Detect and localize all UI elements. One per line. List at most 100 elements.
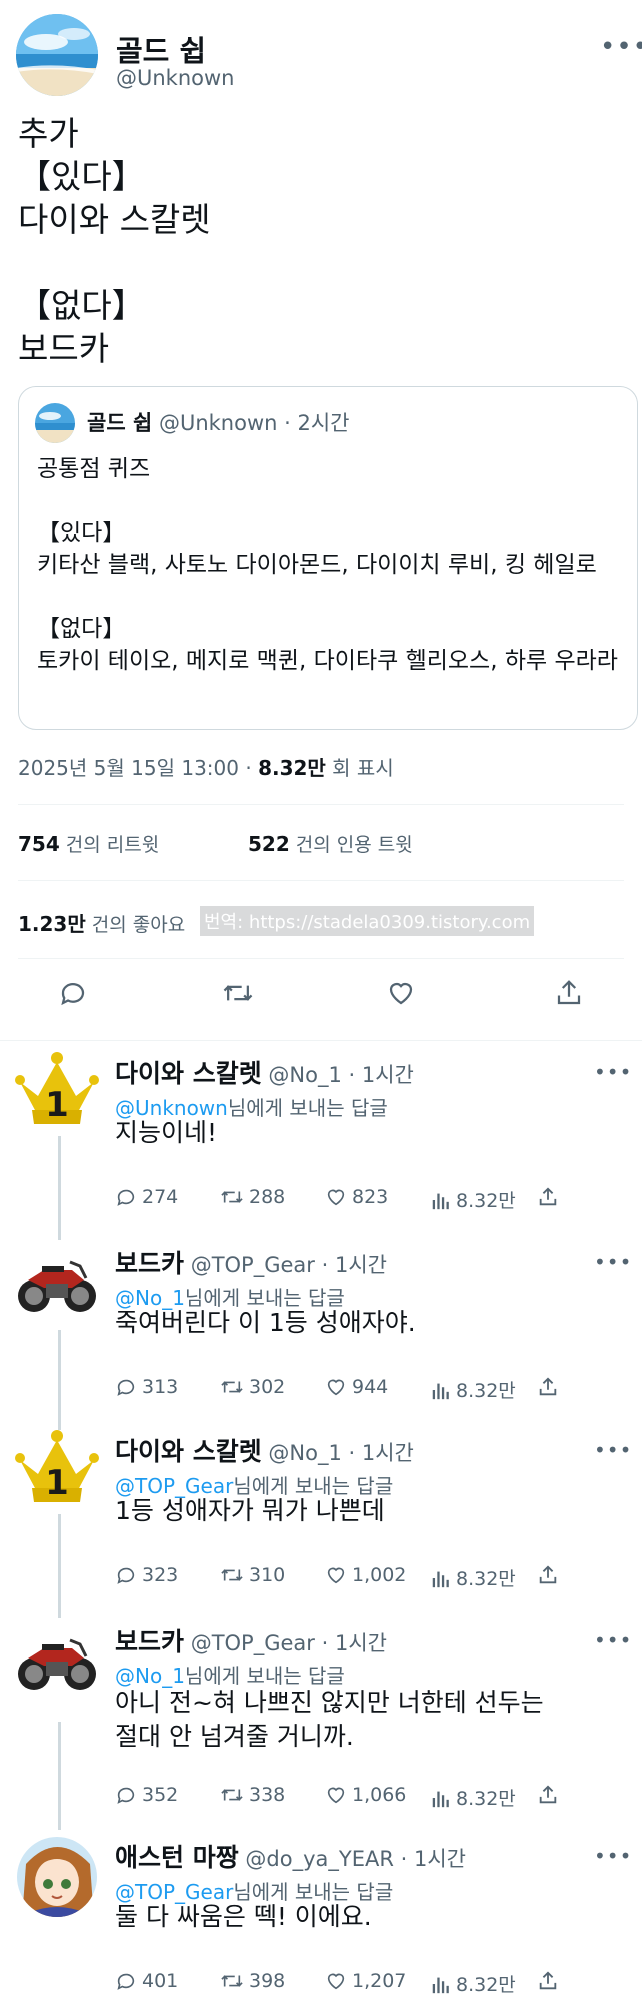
like-count: 944	[352, 1376, 389, 1398]
retweet-stat[interactable]: 754 건의 리트윗	[18, 830, 159, 857]
quote-author-handle: @Unknown	[158, 411, 278, 435]
svg-text:1: 1	[45, 1463, 69, 1503]
reply-header: 다이와 스칼렛 @No_1 · 1시간	[115, 1054, 414, 1090]
retweet-icon[interactable]: 338	[220, 1784, 285, 1806]
quotes-count: 522	[248, 832, 290, 856]
more-icon[interactable]: •••	[594, 1252, 632, 1272]
quotes-label: 건의 인용 트윗	[289, 834, 413, 856]
share-icon[interactable]	[537, 1784, 559, 1806]
retweet-count: 302	[249, 1376, 286, 1398]
reply-actions: 323 310 1,002 8.32만	[115, 1564, 595, 1592]
heart-icon[interactable]: 823	[325, 1186, 388, 1208]
more-icon[interactable]: •••	[594, 1440, 632, 1460]
retweet-icon[interactable]	[222, 978, 254, 1012]
thread-line	[58, 1330, 61, 1430]
share-icon[interactable]	[537, 1186, 559, 1208]
share-icon[interactable]	[537, 1376, 559, 1398]
quote-stat[interactable]: 522 건의 인용 트윗	[248, 830, 413, 857]
heart-icon[interactable]: 1,002	[325, 1564, 406, 1586]
retweet-count: 338	[249, 1784, 286, 1806]
retweet-icon[interactable]: 302	[220, 1376, 285, 1398]
avatar[interactable]	[16, 14, 98, 96]
retweet-icon[interactable]: 398	[220, 1970, 285, 1992]
reply-actions: 352 338 1,066 8.32만	[115, 1784, 595, 1812]
quote-header: 골드 쉽 @Unknown · 2시간	[87, 407, 350, 437]
divider	[0, 1040, 642, 1041]
action-bar	[0, 960, 642, 1040]
share-icon[interactable]	[554, 978, 584, 1012]
retweet-count: 288	[249, 1186, 286, 1208]
more-icon[interactable]: •••	[594, 1062, 632, 1082]
share-icon[interactable]	[537, 1564, 559, 1586]
views-icon[interactable]: 8.32만	[431, 1186, 516, 1213]
like-stat[interactable]: 1.23만 건의 좋아요	[18, 908, 185, 937]
reply-header: 다이와 스칼렛 @No_1 · 1시간	[115, 1432, 414, 1468]
views-icon[interactable]: 8.32만	[431, 1564, 516, 1591]
crown-1-avatar[interactable]: 1	[14, 1050, 100, 1136]
reply-icon[interactable]: 323	[115, 1564, 178, 1586]
reply-count: 313	[142, 1376, 179, 1398]
divider	[18, 804, 624, 805]
motorcycle-avatar[interactable]	[14, 1240, 100, 1326]
views-count: 8.32만	[456, 1380, 516, 1402]
reply-author-name[interactable]: 다이와 스칼렛	[115, 1059, 262, 1088]
anime-girl-avatar[interactable]	[14, 1834, 100, 1920]
reply-actions: 401 398 1,207 8.32만	[115, 1970, 595, 1998]
more-icon[interactable]: •••	[594, 1846, 632, 1866]
author-name[interactable]: 골드 쉽	[116, 28, 206, 70]
reply-count: 274	[142, 1186, 179, 1208]
views-count: 8.32만	[258, 756, 326, 780]
likes-count: 1.23만	[18, 912, 86, 936]
reply-author-handle[interactable]: @do_ya_YEAR	[245, 1847, 394, 1871]
views-icon[interactable]: 8.32만	[431, 1784, 516, 1811]
views-count: 8.32만	[456, 1568, 516, 1590]
svg-text:1: 1	[45, 1085, 69, 1125]
more-icon[interactable]: •••	[600, 34, 642, 60]
heart-icon[interactable]: 1,207	[325, 1970, 406, 1992]
reply-text: 지능이네!	[115, 1118, 218, 1147]
reply-icon[interactable]	[58, 978, 88, 1012]
timestamp[interactable]: 2025년 5월 15일 13:00 ·	[18, 756, 258, 780]
retweet-icon[interactable]: 310	[220, 1564, 285, 1586]
retweets-count: 754	[18, 832, 60, 856]
reply-count: 323	[142, 1564, 179, 1586]
like-count: 1,066	[352, 1784, 407, 1806]
quote-time: · 2시간	[284, 411, 350, 435]
reply-header: 애스턴 마짱 @do_ya_YEAR · 1시간	[115, 1838, 466, 1874]
page: { "tweet": { "author_name": "골드 쉽", "aut…	[0, 0, 642, 2012]
reply-text: 죽여버린다 이 1등 성애자야.	[115, 1308, 416, 1337]
retweet-icon[interactable]: 288	[220, 1186, 285, 1208]
reply-author-handle[interactable]: @No_1	[268, 1441, 341, 1465]
reply-author-handle[interactable]: @TOP_Gear	[191, 1253, 315, 1277]
quoted-tweet[interactable]: 골드 쉽 @Unknown · 2시간 공통점 퀴즈 【있다】 키타산 블랙, …	[18, 386, 638, 730]
share-icon[interactable]	[537, 1970, 559, 1992]
author-handle[interactable]: @Unknown	[116, 66, 234, 90]
reply-author-handle[interactable]: @No_1	[268, 1063, 341, 1087]
heart-icon[interactable]	[386, 978, 416, 1012]
crown-1-avatar[interactable]: 1	[14, 1428, 100, 1514]
reply-time: · 1시간	[348, 1441, 414, 1465]
thread-line	[58, 1722, 61, 1830]
retweets-label: 건의 리트윗	[59, 834, 160, 856]
reply-author-name[interactable]: 다이와 스칼렛	[115, 1437, 262, 1466]
reply-author-name[interactable]: 보드카	[115, 1627, 184, 1656]
reply-author-name[interactable]: 보드카	[115, 1249, 184, 1278]
views-icon[interactable]: 8.32만	[431, 1970, 516, 1997]
reply-icon[interactable]: 401	[115, 1970, 178, 1992]
heart-icon[interactable]: 944	[325, 1376, 388, 1398]
views-icon[interactable]: 8.32만	[431, 1376, 516, 1403]
heart-icon[interactable]: 1,066	[325, 1784, 406, 1806]
reply-icon[interactable]: 313	[115, 1376, 178, 1398]
more-icon[interactable]: •••	[594, 1630, 632, 1650]
reply-author-handle[interactable]: @TOP_Gear	[191, 1631, 315, 1655]
reply-icon[interactable]: 352	[115, 1784, 178, 1806]
mention-link[interactable]: @No_1	[115, 1664, 185, 1688]
divider	[18, 958, 624, 959]
reply-text: 아니 전~혀 나쁘진 않지만 너한테 선두는 절대 안 넘겨줄 거니까.	[115, 1688, 544, 1751]
tweet-text: 추가 【있다】 다이와 스칼렛 【없다】 보드카	[18, 114, 211, 368]
reply-icon[interactable]: 274	[115, 1186, 178, 1208]
views-count: 8.32만	[456, 1190, 516, 1212]
reply-time: · 1시간	[321, 1253, 387, 1277]
motorcycle-avatar[interactable]	[14, 1618, 100, 1704]
reply-author-name[interactable]: 애스턴 마짱	[115, 1843, 239, 1872]
